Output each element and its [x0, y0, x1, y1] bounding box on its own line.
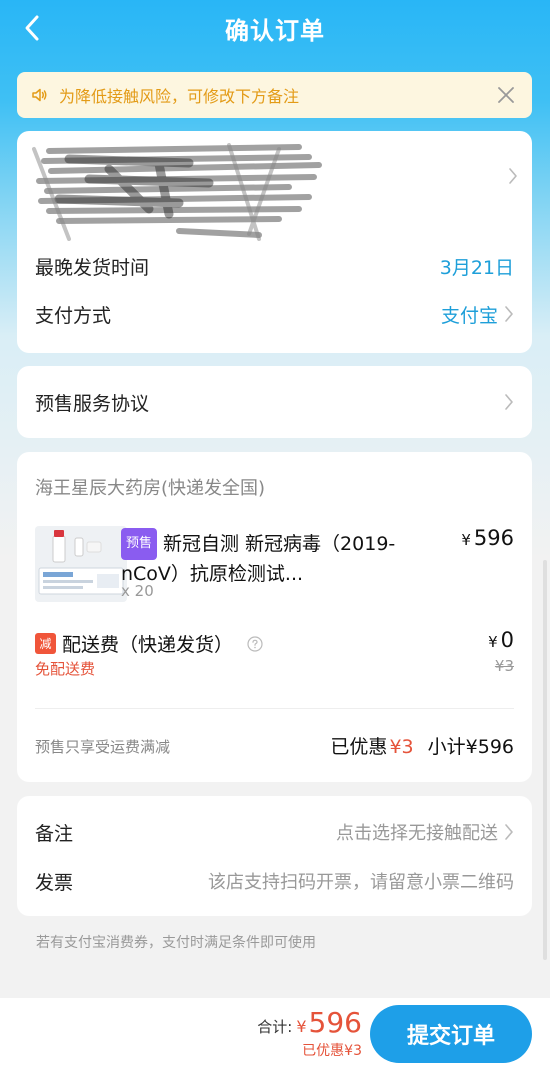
product-price: ¥596	[461, 526, 514, 550]
notice-text: 为降低接触风险，可修改下方备注	[59, 87, 300, 106]
discount-badge: 减	[35, 633, 56, 654]
page-title: 确认订单	[225, 16, 325, 45]
notice-banner: 为降低接触风险，可修改下方备注	[17, 72, 532, 118]
subtotal-value: ¥596	[465, 736, 514, 758]
speaker-icon	[31, 84, 53, 106]
latest-ship-row: 最晚发货时间 3月21日	[17, 244, 532, 288]
address-card: 最晚发货时间 3月21日 支付方式 支付宝	[17, 131, 532, 353]
latest-ship-value: 3月21日	[439, 256, 514, 279]
chevron-right-icon	[504, 305, 514, 323]
product-quantity: x 20	[121, 582, 154, 600]
product-title: 新冠自测 新冠病毒（2019-nCoV）抗原检测试...	[121, 533, 396, 585]
chevron-right-icon	[508, 167, 518, 185]
agreement-card: 预售服务协议	[17, 366, 532, 438]
chevron-right-icon	[504, 823, 514, 841]
agreement-label: 预售服务协议	[35, 392, 150, 415]
discount-value: ¥3	[389, 736, 414, 758]
note-value: 点击选择无接触配送	[336, 823, 498, 844]
order-total: 合计: ¥ 596 已优惠¥3	[257, 1006, 362, 1060]
note-row[interactable]: 备注 点击选择无接触配送	[17, 810, 532, 854]
yen-symbol: ¥	[296, 1017, 307, 1036]
subtotal-label: 小计	[427, 736, 466, 758]
product-price-value: 596	[473, 526, 514, 550]
scrollbar[interactable]	[543, 560, 547, 960]
payment-value: 支付宝	[440, 304, 498, 327]
subtotal: 已优惠 ¥3 小计 ¥596	[330, 732, 514, 759]
yen-symbol: ¥	[488, 633, 498, 651]
product-title-block[interactable]: 预售 新冠自测 新冠病毒（2019-nCoV）抗原检测试...	[121, 528, 411, 588]
divider	[35, 708, 514, 709]
presale-agreement-row[interactable]: 预售服务协议	[17, 380, 532, 424]
payment-method-row[interactable]: 支付方式 支付宝	[17, 292, 532, 336]
shipping-price: ¥0	[488, 628, 514, 652]
invoice-value: 该店支持扫码开票，请留意小票二维码	[208, 872, 514, 893]
shop-name: 海王星辰大药房(快递发全国)	[35, 478, 266, 499]
redacted-address-scribble	[32, 143, 322, 241]
address-selector[interactable]	[17, 131, 532, 241]
discount-label: 已优惠	[330, 736, 388, 758]
shipping-fee-row: 减 配送费（快递发货）	[35, 630, 263, 657]
free-shipping-text: 免配送费	[35, 660, 96, 678]
extras-card: 备注 点击选择无接触配送 发票 该店支持扫码开票，请留意小票二维码	[17, 796, 532, 916]
shipping-label: 配送费（快递发货）	[62, 634, 234, 656]
payment-label: 支付方式	[35, 304, 112, 327]
coupon-tip: 若有支付宝消费券，支付时满足条件即可使用	[36, 935, 316, 951]
shipping-price-value: 0	[500, 628, 514, 652]
back-button[interactable]	[14, 10, 50, 46]
chevron-left-icon	[25, 15, 39, 41]
question-circle-icon[interactable]	[247, 635, 263, 652]
total-amount: 596	[308, 1006, 362, 1039]
invoice-row: 发票 该店支持扫码开票，请留意小票二维码	[17, 859, 532, 903]
shipping-original-price: ¥3	[494, 657, 514, 675]
total-discount: 已优惠¥3	[302, 1043, 362, 1059]
invoice-label: 发票	[35, 871, 74, 894]
yen-symbol: ¥	[461, 531, 471, 549]
shop-order-card: 海王星辰大药房(快递发全国) 预售 新冠自测 新冠病毒（2019-nCoV）抗原检…	[17, 452, 532, 782]
close-icon[interactable]	[494, 83, 518, 107]
submit-order-button[interactable]: 提交订单	[370, 1005, 532, 1063]
checkout-bar: 合计: ¥ 596 已优惠¥3 提交订单	[0, 998, 550, 1072]
presale-badge: 预售	[121, 528, 158, 560]
product-image[interactable]	[35, 526, 127, 602]
latest-ship-label: 最晚发货时间	[35, 256, 150, 279]
nav-bar: 确认订单	[0, 0, 550, 56]
chevron-right-icon	[504, 393, 514, 411]
presale-note: 预售只享受运费满减	[35, 738, 171, 756]
total-label: 合计:	[257, 1018, 293, 1036]
note-label: 备注	[35, 822, 74, 845]
